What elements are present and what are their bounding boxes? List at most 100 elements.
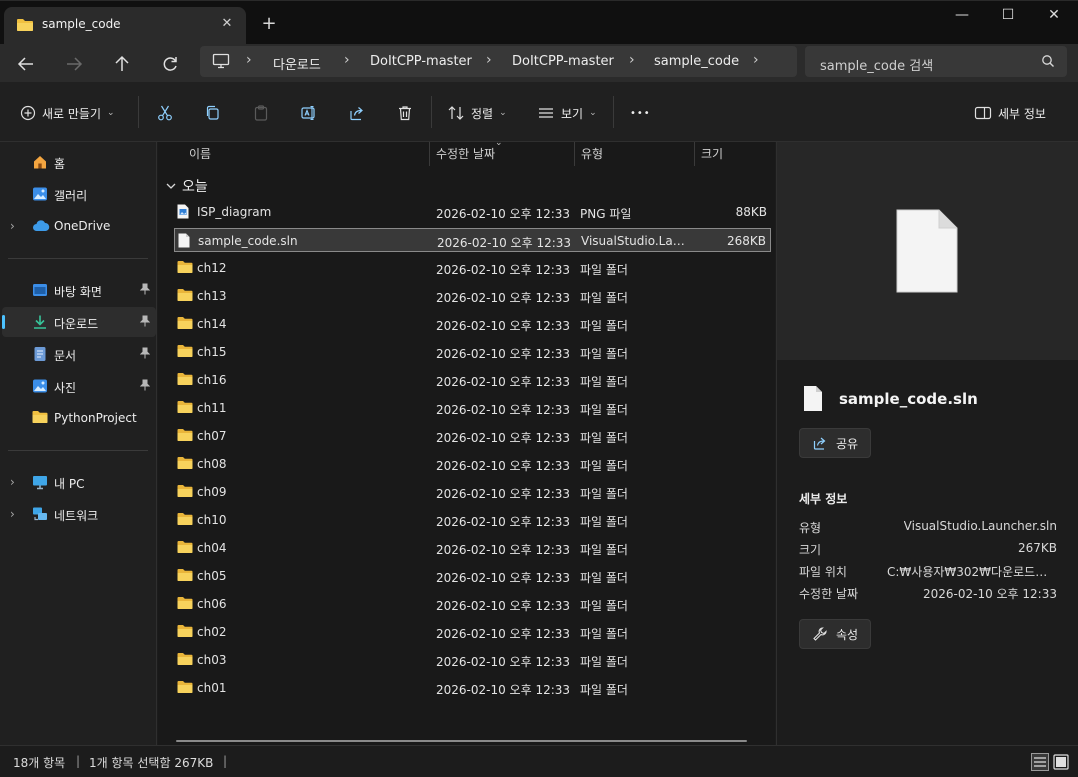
table-row[interactable]: ch03 2026-02-10 오후 12:33 파일 폴더: [174, 648, 771, 672]
breadcrumb-downloads[interactable]: 다운로드: [273, 54, 321, 73]
chevron-right-icon[interactable]: ›: [246, 52, 252, 68]
pin-icon[interactable]: [140, 379, 150, 391]
more-options-button[interactable]: •••: [630, 101, 651, 125]
sidebar-item-gallery[interactable]: 갤러리: [0, 179, 156, 209]
tab-sample-code[interactable]: sample_code ✕: [4, 7, 246, 45]
chevron-right-icon[interactable]: ›: [10, 507, 15, 521]
sidebar-item-desktop[interactable]: 바탕 화면: [0, 275, 156, 305]
sidebar-item-downloads[interactable]: 다운로드: [2, 307, 156, 337]
title-bar: sample_code ✕ + — ☐ ✕: [0, 0, 1078, 45]
file-modified: 2026-02-10 오후 12:33: [436, 263, 571, 277]
new-tab-button[interactable]: +: [258, 13, 280, 35]
sidebar-item-network[interactable]: › 네트워크: [0, 499, 156, 529]
chevron-right-icon[interactable]: ›: [486, 52, 492, 68]
column-divider[interactable]: [574, 142, 575, 166]
new-button[interactable]: 새로 만들기 ⌄: [20, 101, 115, 125]
chevron-right-icon[interactable]: ›: [629, 52, 635, 68]
minimize-button[interactable]: —: [939, 1, 985, 31]
sidebar-item-home[interactable]: 홈: [0, 147, 156, 177]
pin-icon[interactable]: [140, 315, 150, 327]
share-label: 공유: [835, 436, 859, 451]
copy-button[interactable]: [204, 101, 222, 125]
pin-icon[interactable]: [140, 283, 150, 295]
refresh-button[interactable]: [158, 52, 182, 76]
properties-button[interactable]: 속성: [799, 619, 871, 649]
breadcrumb-doitcpp-master-1[interactable]: DoItCPP-master: [370, 54, 472, 69]
folder-icon: [177, 568, 193, 582]
forward-button[interactable]: [62, 52, 86, 76]
table-row[interactable]: ch07 2026-02-10 오후 12:33 파일 폴더: [174, 424, 771, 448]
horizontal-scrollbar[interactable]: [176, 740, 747, 742]
chevron-right-icon[interactable]: ›: [344, 52, 350, 68]
pin-icon[interactable]: [140, 347, 150, 359]
table-row[interactable]: ch04 2026-02-10 오후 12:33 파일 폴더: [174, 536, 771, 560]
close-window-button[interactable]: ✕: [1031, 1, 1077, 31]
cut-button[interactable]: [156, 101, 174, 125]
group-header-today[interactable]: 오늘: [166, 176, 208, 196]
file-name: ch11: [197, 401, 227, 415]
chevron-right-icon[interactable]: ›: [753, 52, 759, 68]
address-bar[interactable]: › 다운로드 › DoItCPP-master › DoItCPP-master…: [200, 46, 797, 77]
table-row[interactable]: ch13 2026-02-10 오후 12:33 파일 폴더: [174, 284, 771, 308]
sidebar-label: 바탕 화면: [54, 285, 102, 299]
table-row[interactable]: ISP_diagram 2026-02-10 오후 12:33 PNG 파일 88KB: [174, 200, 771, 224]
table-row[interactable]: ch10 2026-02-10 오후 12:33 파일 폴더: [174, 508, 771, 532]
chevron-right-icon[interactable]: ›: [10, 475, 15, 489]
file-modified: 2026-02-10 오후 12:33: [436, 459, 571, 473]
sort-button[interactable]: 정렬 ⌄: [447, 101, 507, 125]
gallery-icon: [32, 186, 48, 202]
delete-button[interactable]: [396, 101, 414, 125]
table-row[interactable]: ch09 2026-02-10 오후 12:33 파일 폴더: [174, 480, 771, 504]
column-header-size[interactable]: 크기: [701, 145, 723, 162]
detail-key: 유형: [799, 521, 822, 535]
sidebar-item-pictures[interactable]: 사진: [0, 371, 156, 401]
column-header-name[interactable]: 이름: [189, 145, 211, 162]
column-divider[interactable]: [429, 142, 430, 166]
sidebar-item-documents[interactable]: 문서: [0, 339, 156, 369]
breadcrumb-sample-code[interactable]: sample_code: [654, 54, 739, 69]
rename-button[interactable]: [300, 101, 318, 125]
table-row[interactable]: ch08 2026-02-10 오후 12:33 파일 폴더: [174, 452, 771, 476]
share-button[interactable]: 공유: [799, 428, 871, 458]
search-box[interactable]: sample_code 검색: [805, 46, 1067, 77]
column-header-modified[interactable]: 수정한 날짜: [436, 145, 495, 162]
detail-value[interactable]: C:₩사용자₩302₩다운로드₩DoItCPP-master: [887, 563, 1057, 580]
table-row[interactable]: ch06 2026-02-10 오후 12:33 파일 폴더: [174, 592, 771, 616]
new-button-label: 새로 만들기: [42, 106, 102, 121]
table-row[interactable]: ch12 2026-02-10 오후 12:33 파일 폴더: [174, 256, 771, 280]
large-icons-view-icon[interactable]: [1052, 753, 1070, 771]
file-modified: 2026-02-10 오후 12:33: [436, 431, 571, 445]
table-row[interactable]: ch14 2026-02-10 오후 12:33 파일 폴더: [174, 312, 771, 336]
share-button[interactable]: [348, 101, 366, 125]
column-divider[interactable]: [694, 142, 695, 166]
chevron-right-icon[interactable]: ›: [10, 219, 15, 233]
table-row[interactable]: ch01 2026-02-10 오후 12:33 파일 폴더: [174, 676, 771, 700]
details-pane: sample_code.sln 공유 세부 정보 유형 VisualStudio…: [776, 142, 1078, 745]
breadcrumb-doitcpp-master-2[interactable]: DoItCPP-master: [512, 54, 614, 69]
back-button[interactable]: [14, 52, 38, 76]
table-row[interactable]: ch02 2026-02-10 오후 12:33 파일 폴더: [174, 620, 771, 644]
paste-button[interactable]: [252, 101, 270, 125]
table-row[interactable]: ch15 2026-02-10 오후 12:33 파일 폴더: [174, 340, 771, 364]
details-pane-button[interactable]: 세부 정보: [974, 101, 1046, 125]
maximize-button[interactable]: ☐: [985, 1, 1031, 31]
sidebar-item-this-pc[interactable]: › 내 PC: [0, 467, 156, 497]
view-button[interactable]: 보기 ⌄: [537, 101, 597, 125]
this-pc-icon[interactable]: [212, 53, 230, 69]
sidebar-item-onedrive[interactable]: › OneDrive: [0, 211, 156, 241]
column-header-type[interactable]: 유형: [581, 145, 603, 162]
search-icon[interactable]: [1041, 54, 1055, 68]
up-button[interactable]: [110, 52, 134, 76]
folder-icon: [177, 288, 193, 302]
sidebar-item-python-project[interactable]: PythonProject: [0, 403, 156, 433]
table-row[interactable]: ch11 2026-02-10 오후 12:33 파일 폴더: [174, 396, 771, 420]
close-tab-icon[interactable]: ✕: [218, 15, 236, 33]
table-row[interactable]: ch05 2026-02-10 오후 12:33 파일 폴더: [174, 564, 771, 588]
sidebar-label: 사진: [54, 381, 77, 395]
desktop-icon: [32, 282, 48, 298]
detail-key: 수정한 날짜: [799, 587, 859, 601]
table-row[interactable]: sample_code.sln 2026-02-10 오후 12:33 Visual…: [174, 228, 771, 252]
details-view-icon[interactable]: [1031, 753, 1049, 771]
file-size: 268KB: [726, 234, 766, 248]
table-row[interactable]: ch16 2026-02-10 오후 12:33 파일 폴더: [174, 368, 771, 392]
